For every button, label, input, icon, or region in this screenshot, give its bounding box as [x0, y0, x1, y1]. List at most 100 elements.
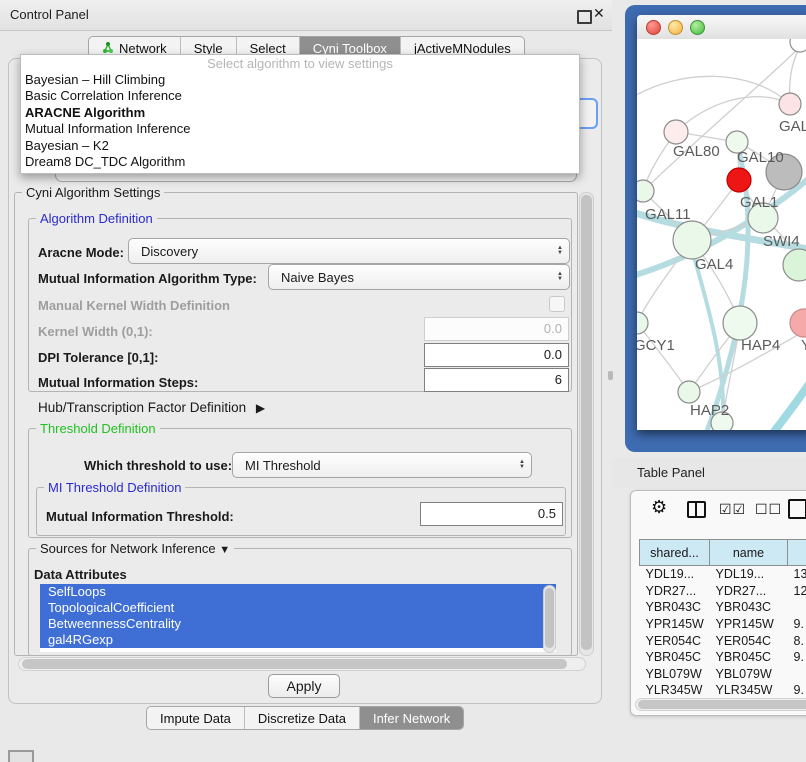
- attribute-list-item[interactable]: BetweennessCentrality: [40, 616, 556, 632]
- dpi-tolerance-label: DPI Tolerance [0,1]:: [38, 350, 158, 365]
- manual-kernel-checkbox[interactable]: [549, 296, 565, 312]
- node-table-body: YDL19...YDL19...13YDR27...YDR27...12YBR0…: [640, 566, 806, 716]
- control-panel-titlebar: Control Panel ✕: [0, 0, 612, 31]
- sources-group-title[interactable]: Sources for Network Inference ▼: [36, 541, 234, 556]
- table-horizontal-scrollbar[interactable]: [635, 698, 806, 711]
- network-node[interactable]: [678, 381, 700, 403]
- table-row[interactable]: YBR043CYBR043C: [640, 599, 806, 616]
- network-node[interactable]: [790, 309, 806, 337]
- algorithm-option[interactable]: Bayesian – Hill Climbing: [21, 72, 579, 88]
- apply-button[interactable]: Apply: [268, 674, 340, 698]
- network-node[interactable]: [637, 312, 648, 334]
- table-doc-icon[interactable]: [788, 499, 806, 519]
- table-cell: YLR345W: [640, 682, 710, 699]
- table-cell: YER054C: [640, 632, 710, 649]
- table-row[interactable]: YBL079WYBL079W: [640, 666, 806, 683]
- table-cell: 12: [788, 583, 806, 600]
- network-node[interactable]: [664, 120, 688, 144]
- select-all-rows-icon[interactable]: ☑☑: [719, 501, 746, 518]
- table-cell: 9.: [788, 616, 806, 633]
- table-row[interactable]: YLR345WYLR345W9.: [640, 682, 806, 699]
- network-node[interactable]: [790, 39, 806, 52]
- attribute-list-item[interactable]: gal4RGexp: [40, 632, 556, 648]
- minimize-traffic-light-icon[interactable]: [668, 20, 683, 35]
- table-column-header[interactable]: name: [710, 540, 788, 566]
- mi-type-label: Mutual Information Algorithm Type:: [38, 271, 257, 286]
- table-cell: YBR045C: [640, 649, 710, 666]
- hub-definition-expander[interactable]: Hub/Transcription Factor Definition ▶: [38, 400, 265, 415]
- manual-kernel-label: Manual Kernel Width Definition: [38, 298, 230, 313]
- gear-icon[interactable]: ⚙: [651, 497, 667, 518]
- attribute-list-item[interactable]: TopologicalCoefficient: [40, 600, 556, 616]
- attribute-list-scrollbar[interactable]: [543, 585, 556, 653]
- float-window-icon[interactable]: [577, 10, 592, 24]
- attribute-list-item[interactable]: SelfLoops: [40, 584, 556, 600]
- data-attributes-list[interactable]: SelfLoopsTopologicalCoefficientBetweenne…: [40, 584, 556, 652]
- tab-discretize-data[interactable]: Discretize Data: [245, 707, 360, 729]
- table-column-header[interactable]: shared...: [640, 540, 710, 566]
- kernel-width-label: Kernel Width (0,1):: [38, 324, 153, 339]
- network-canvas[interactable]: GALGAL80GAL10GAL1GAL11SWI4GAL4GCY1HAP4YH…: [637, 39, 806, 430]
- tab-impute-data[interactable]: Impute Data: [147, 707, 245, 729]
- deselect-all-rows-icon[interactable]: ☐☐: [755, 501, 782, 518]
- pane-splitter-handle[interactable]: [608, 371, 613, 380]
- algorithm-option[interactable]: Dream8 DC_TDC Algorithm: [21, 154, 579, 170]
- data-attributes-label: Data Attributes: [34, 567, 127, 582]
- algorithm-option[interactable]: ARACNE Algorithm: [21, 105, 579, 121]
- node-label: GAL4: [695, 256, 733, 273]
- close-traffic-light-icon[interactable]: [646, 20, 661, 35]
- table-cell: YBL079W: [710, 666, 788, 683]
- algorithm-option[interactable]: Mutual Information Inference: [21, 121, 579, 137]
- cyni-settings-title: Cyni Algorithm Settings: [22, 185, 164, 200]
- node-label: GAL: [779, 118, 806, 135]
- mi-threshold-label: Mutual Information Threshold:: [46, 509, 234, 524]
- table-row[interactable]: YPR145WYPR145W9.: [640, 616, 806, 633]
- node-attribute-table: shared...name YDL19...YDL19...13YDR27...…: [639, 539, 806, 715]
- table-row[interactable]: YDL19...YDL19...13: [640, 566, 806, 583]
- network-node[interactable]: [637, 180, 654, 202]
- mi-threshold-field[interactable]: 0.5: [420, 502, 563, 526]
- network-node[interactable]: [727, 168, 751, 192]
- algorithm-option[interactable]: Bayesian – K2: [21, 138, 579, 154]
- table-cell: 8.: [788, 632, 806, 649]
- which-threshold-select[interactable]: MI Threshold ▲▼: [232, 452, 532, 478]
- table-panel-title: Table Panel: [637, 465, 705, 480]
- network-window[interactable]: GALGAL80GAL10GAL1GAL11SWI4GAL4GCY1HAP4YH…: [637, 15, 806, 430]
- network-node[interactable]: [783, 249, 806, 281]
- table-cell: YBR043C: [640, 599, 710, 616]
- table-row[interactable]: YBR045CYBR045C9.: [640, 649, 806, 666]
- collapsed-panel-icon[interactable]: [8, 750, 34, 762]
- mi-steps-label: Mutual Information Steps:: [38, 375, 198, 390]
- table-cell: YBR043C: [710, 599, 788, 616]
- network-window-frame: GALGAL80GAL10GAL1GAL11SWI4GAL4GCY1HAP4YH…: [625, 5, 806, 452]
- settings-horizontal-scrollbar[interactable]: [18, 657, 586, 671]
- network-node[interactable]: [673, 221, 711, 259]
- algorithm-option[interactable]: Basic Correlation Inference: [21, 88, 579, 104]
- table-panel: ⚙ ☑☑ ☐☐ shared...name YDL19...YDL19...13…: [630, 490, 806, 716]
- table-row[interactable]: YER054CYER054C8.: [640, 632, 806, 649]
- node-label: HAP4: [741, 337, 780, 354]
- columns-icon[interactable]: [687, 501, 706, 518]
- mi-steps-field[interactable]: 6: [424, 368, 569, 392]
- table-cell: 9.: [788, 682, 806, 699]
- network-node[interactable]: [779, 93, 801, 115]
- kernel-width-field[interactable]: 0.0: [424, 317, 569, 341]
- table-row[interactable]: YDR27...YDR27...12: [640, 583, 806, 600]
- settings-vertical-scrollbar[interactable]: [579, 192, 594, 656]
- table-cell: YDL19...: [710, 566, 788, 583]
- node-label: GAL1: [740, 194, 778, 211]
- aracne-mode-select[interactable]: Discovery ▲▼: [128, 238, 570, 264]
- network-node[interactable]: [723, 306, 757, 340]
- node-label: GAL80: [673, 143, 720, 160]
- mi-type-select[interactable]: Naive Bayes ▲▼: [268, 264, 570, 290]
- stepper-arrows-icon: ▲▼: [551, 246, 569, 256]
- dpi-tolerance-field[interactable]: 0.0: [424, 343, 569, 367]
- algorithm-dropdown-popup: Select algorithm to view settings Bayesi…: [20, 54, 580, 174]
- node-label: GCY1: [637, 337, 675, 354]
- zoom-traffic-light-icon[interactable]: [690, 20, 705, 35]
- expander-down-arrow-icon: ▼: [219, 544, 230, 556]
- tab-infer-network[interactable]: Infer Network: [360, 707, 463, 729]
- close-icon[interactable]: ✕: [593, 5, 605, 22]
- node-label: GAL11: [645, 206, 691, 223]
- table-column-header[interactable]: [788, 540, 806, 566]
